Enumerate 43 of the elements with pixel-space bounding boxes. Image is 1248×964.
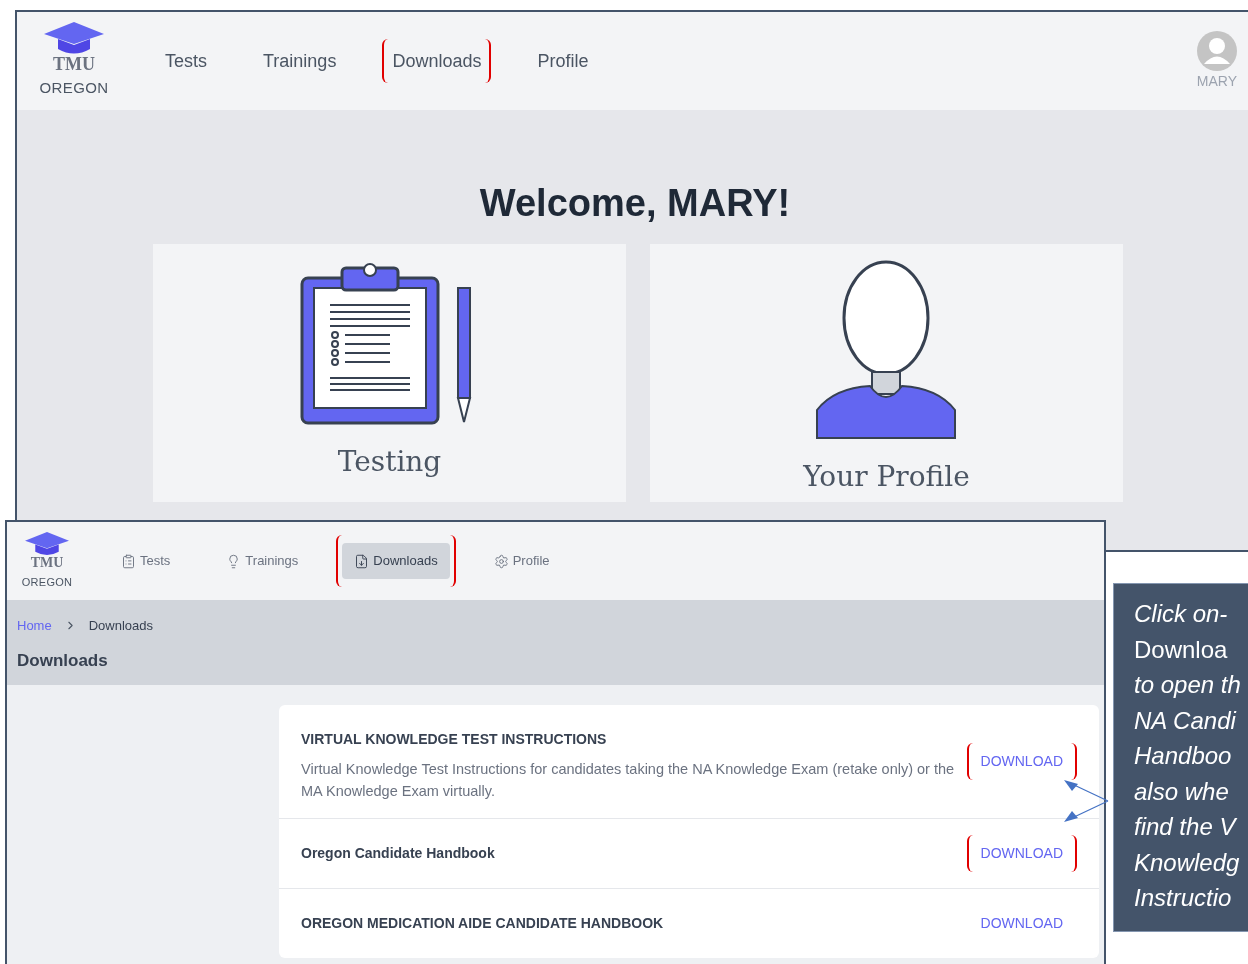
nav-tab[interactable]: Tests [109,543,183,579]
callout-text: Knowledg [1134,847,1241,878]
download-title: VIRTUAL KNOWLEDGE TEST INSTRUCTIONS [301,730,607,749]
breadcrumb-current: Downloads [88,617,153,635]
arrow-drawing [1062,778,1110,824]
nav-link[interactable]: Tests [161,47,211,75]
logo-text: TMU [30,555,64,570]
download-link[interactable]: DOWNLOAD [972,843,1071,864]
logo-text: TMU [53,55,95,74]
callout-text: find the V [1134,812,1238,842]
page-title: Downloads [17,649,109,672]
callout-text: also whe [1134,776,1230,807]
nav-tab[interactable]: Profile [481,543,562,579]
card-title: Your Profile [803,459,970,495]
tests-icon [121,553,136,569]
nav-tab[interactable]: Trainings [214,543,311,579]
profile-icon [493,553,509,569]
download-title: OREGON MEDICATION AIDE CANDIDATE HANDBOOK [301,914,664,933]
graduation-cap-icon [44,22,104,56]
callout-text: Downloa [1134,634,1229,665]
dashboard-card[interactable]: Testing [153,244,626,502]
logo-subtitle: OREGON [21,574,73,590]
logo-subtitle: OREGON [39,78,109,99]
download-description: Virtual Knowledge Test Instructions for candidates taking the NA Knowledge Exam (retake only) or the MA Knowledge Exam virtually. [301,760,956,801]
nav-link[interactable]: Trainings [259,47,341,75]
callout-text: Click on- [1134,599,1229,629]
dashboard-card[interactable]: Your Profile [650,244,1123,502]
callout-text: to open th [1134,670,1242,700]
download-link[interactable]: DOWNLOAD [972,913,1071,934]
nav-link[interactable]: Profile [533,47,593,75]
nav-link[interactable]: Downloads [388,47,486,75]
welcome-heading: Welcome, MARY! [479,181,791,226]
download-title: Oregon Candidate Handbook [301,844,495,863]
avatar-icon [1196,31,1237,71]
user-name: MARY [1196,72,1237,91]
download-link[interactable]: DOWNLOAD [972,751,1071,772]
callout-text: Handboo [1134,741,1233,771]
card-title: Testing [337,444,442,480]
graduation-cap-icon [25,531,69,556]
callout-text: NA Candi [1134,705,1238,736]
nav-tab[interactable]: Downloads [342,543,450,579]
callout-text: Instructio [1134,883,1233,913]
downloads-icon [354,553,370,569]
